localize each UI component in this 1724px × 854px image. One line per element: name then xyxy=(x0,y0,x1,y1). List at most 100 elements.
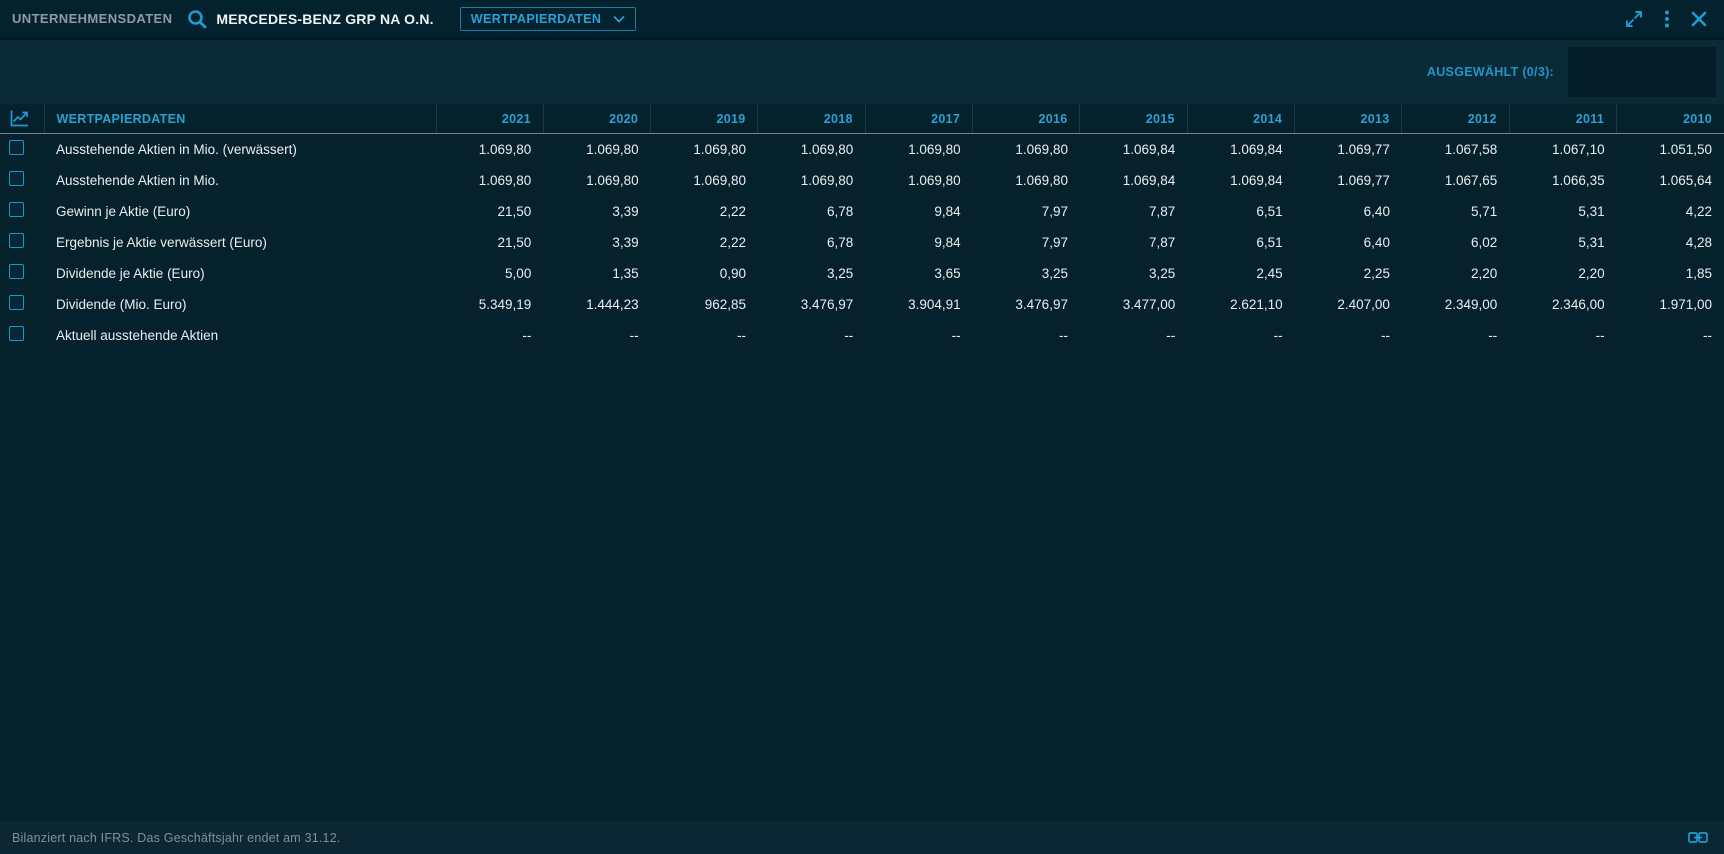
app-title: UNTERNEHMENSDATEN xyxy=(12,11,172,26)
row-checkbox[interactable] xyxy=(9,233,24,248)
row-label: Dividende je Aktie (Euro) xyxy=(44,258,436,289)
cell-value: 1.069,80 xyxy=(973,165,1080,196)
row-label: Gewinn je Aktie (Euro) xyxy=(44,196,436,227)
dataset-dropdown[interactable]: WERTPAPIERDATEN xyxy=(460,7,637,31)
cell-value: 1.069,80 xyxy=(651,165,758,196)
cell-value: 3,39 xyxy=(543,196,650,227)
selection-toolbar: AUSGEWÄHLT (0/3): xyxy=(0,40,1724,104)
cell-value: -- xyxy=(436,320,543,351)
cell-value: 5,71 xyxy=(1402,196,1509,227)
column-header-year[interactable]: 2011 xyxy=(1509,104,1616,134)
cell-value: 1.069,80 xyxy=(758,165,865,196)
title-bar: UNTERNEHMENSDATEN MERCEDES-BENZ GRP NA O… xyxy=(0,0,1724,40)
column-header-year[interactable]: 2019 xyxy=(651,104,758,134)
close-icon[interactable] xyxy=(1690,10,1708,28)
column-header-year[interactable]: 2015 xyxy=(1080,104,1187,134)
cell-value: 1.971,00 xyxy=(1617,289,1724,320)
column-header-year[interactable]: 2020 xyxy=(543,104,650,134)
cell-value: 2.349,00 xyxy=(1402,289,1509,320)
cell-value: 1.069,84 xyxy=(1080,134,1187,165)
cell-value: 3,39 xyxy=(543,227,650,258)
table-header-row: WERTPAPIERDATEN 202120202019201820172016… xyxy=(0,104,1724,134)
row-checkbox[interactable] xyxy=(9,140,24,155)
checkbox-cell xyxy=(0,289,44,320)
cell-value: 6,51 xyxy=(1187,196,1294,227)
cell-value: -- xyxy=(1295,320,1402,351)
cell-value: -- xyxy=(865,320,972,351)
cell-value: 5,31 xyxy=(1509,227,1616,258)
row-label: Aktuell ausstehende Aktien xyxy=(44,320,436,351)
column-header-year[interactable]: 2017 xyxy=(865,104,972,134)
column-header-year[interactable]: 2013 xyxy=(1295,104,1402,134)
cell-value: 6,40 xyxy=(1295,227,1402,258)
cell-value: -- xyxy=(973,320,1080,351)
expand-icon[interactable] xyxy=(1624,9,1644,29)
cell-value: 1.069,77 xyxy=(1295,165,1402,196)
cell-value: -- xyxy=(651,320,758,351)
table-row: Dividende je Aktie (Euro)5,001,350,90 3,2… xyxy=(0,258,1724,289)
cell-value: -- xyxy=(1402,320,1509,351)
checkbox-cell xyxy=(0,227,44,258)
cell-value: 21,50 xyxy=(436,227,543,258)
cell-value: 6,51 xyxy=(1187,227,1294,258)
cell-value: 2,22 xyxy=(651,227,758,258)
cell-value: 5,00 xyxy=(436,258,543,289)
cell-value: 1,85 xyxy=(1617,258,1724,289)
row-checkbox[interactable] xyxy=(9,295,24,310)
cell-value: -- xyxy=(543,320,650,351)
cell-value: 1.067,58 xyxy=(1402,134,1509,165)
cell-value: 1.069,84 xyxy=(1080,165,1187,196)
cell-value: 5.349,19 xyxy=(436,289,543,320)
cell-value: -- xyxy=(1509,320,1616,351)
table-row: Ausstehende Aktien in Mio. (verwässert)1… xyxy=(0,134,1724,165)
row-checkbox[interactable] xyxy=(9,171,24,186)
cell-value: 1.069,80 xyxy=(436,134,543,165)
cell-value: 0,90 xyxy=(651,258,758,289)
cell-value: 3,25 xyxy=(1080,258,1187,289)
column-header-year[interactable]: 2010 xyxy=(1617,104,1724,134)
cell-value: 2,20 xyxy=(1402,258,1509,289)
cell-value: 1.069,84 xyxy=(1187,165,1294,196)
column-header-year[interactable]: 2012 xyxy=(1402,104,1509,134)
cell-value: 6,78 xyxy=(758,196,865,227)
cell-value: 2,20 xyxy=(1509,258,1616,289)
cell-value: 9,84 xyxy=(865,227,972,258)
column-header-wertpapierdaten: WERTPAPIERDATEN xyxy=(44,104,436,134)
column-header-year[interactable]: 2018 xyxy=(758,104,865,134)
checkbox-cell xyxy=(0,134,44,165)
cell-value: 1.069,80 xyxy=(436,165,543,196)
row-label: Ergebnis je Aktie verwässert (Euro) xyxy=(44,227,436,258)
cell-value: 962,85 xyxy=(651,289,758,320)
link-icon[interactable] xyxy=(1688,831,1708,844)
cell-value: 2.346,00 xyxy=(1509,289,1616,320)
cell-value: 7,97 xyxy=(973,227,1080,258)
cell-value: 4,28 xyxy=(1617,227,1724,258)
company-data-window: UNTERNEHMENSDATEN MERCEDES-BENZ GRP NA O… xyxy=(0,0,1724,854)
cell-value: -- xyxy=(1187,320,1294,351)
chevron-down-icon xyxy=(613,15,625,23)
column-header-year[interactable]: 2014 xyxy=(1187,104,1294,134)
column-header-year[interactable]: 2016 xyxy=(973,104,1080,134)
search-icon[interactable] xyxy=(186,8,208,30)
row-checkbox[interactable] xyxy=(9,202,24,217)
cell-value: 6,78 xyxy=(758,227,865,258)
cell-value: -- xyxy=(1080,320,1187,351)
table-row: Ergebnis je Aktie verwässert (Euro)21,50… xyxy=(0,227,1724,258)
cell-value: -- xyxy=(1617,320,1724,351)
accounting-note: Bilanziert nach IFRS. Das Geschäftsjahr … xyxy=(12,831,341,845)
cell-value: 1.066,35 xyxy=(1509,165,1616,196)
kebab-menu-icon[interactable] xyxy=(1664,9,1670,29)
table-row: Ausstehende Aktien in Mio.1.069,801.069,… xyxy=(0,165,1724,196)
cell-value: 1.069,80 xyxy=(865,134,972,165)
cell-value: 1.069,80 xyxy=(651,134,758,165)
column-header-year[interactable]: 2021 xyxy=(436,104,543,134)
cell-value: 1.069,80 xyxy=(758,134,865,165)
footer-bar: Bilanziert nach IFRS. Das Geschäftsjahr … xyxy=(0,821,1724,854)
table-row: Aktuell ausstehende Aktien--------------… xyxy=(0,320,1724,351)
cell-value: 1,35 xyxy=(543,258,650,289)
row-checkbox[interactable] xyxy=(9,326,24,341)
row-checkbox[interactable] xyxy=(9,264,24,279)
security-search-value[interactable]: MERCEDES-BENZ GRP NA O.N. xyxy=(216,11,433,27)
cell-value: 1.069,80 xyxy=(543,134,650,165)
cell-value: 3.476,97 xyxy=(973,289,1080,320)
